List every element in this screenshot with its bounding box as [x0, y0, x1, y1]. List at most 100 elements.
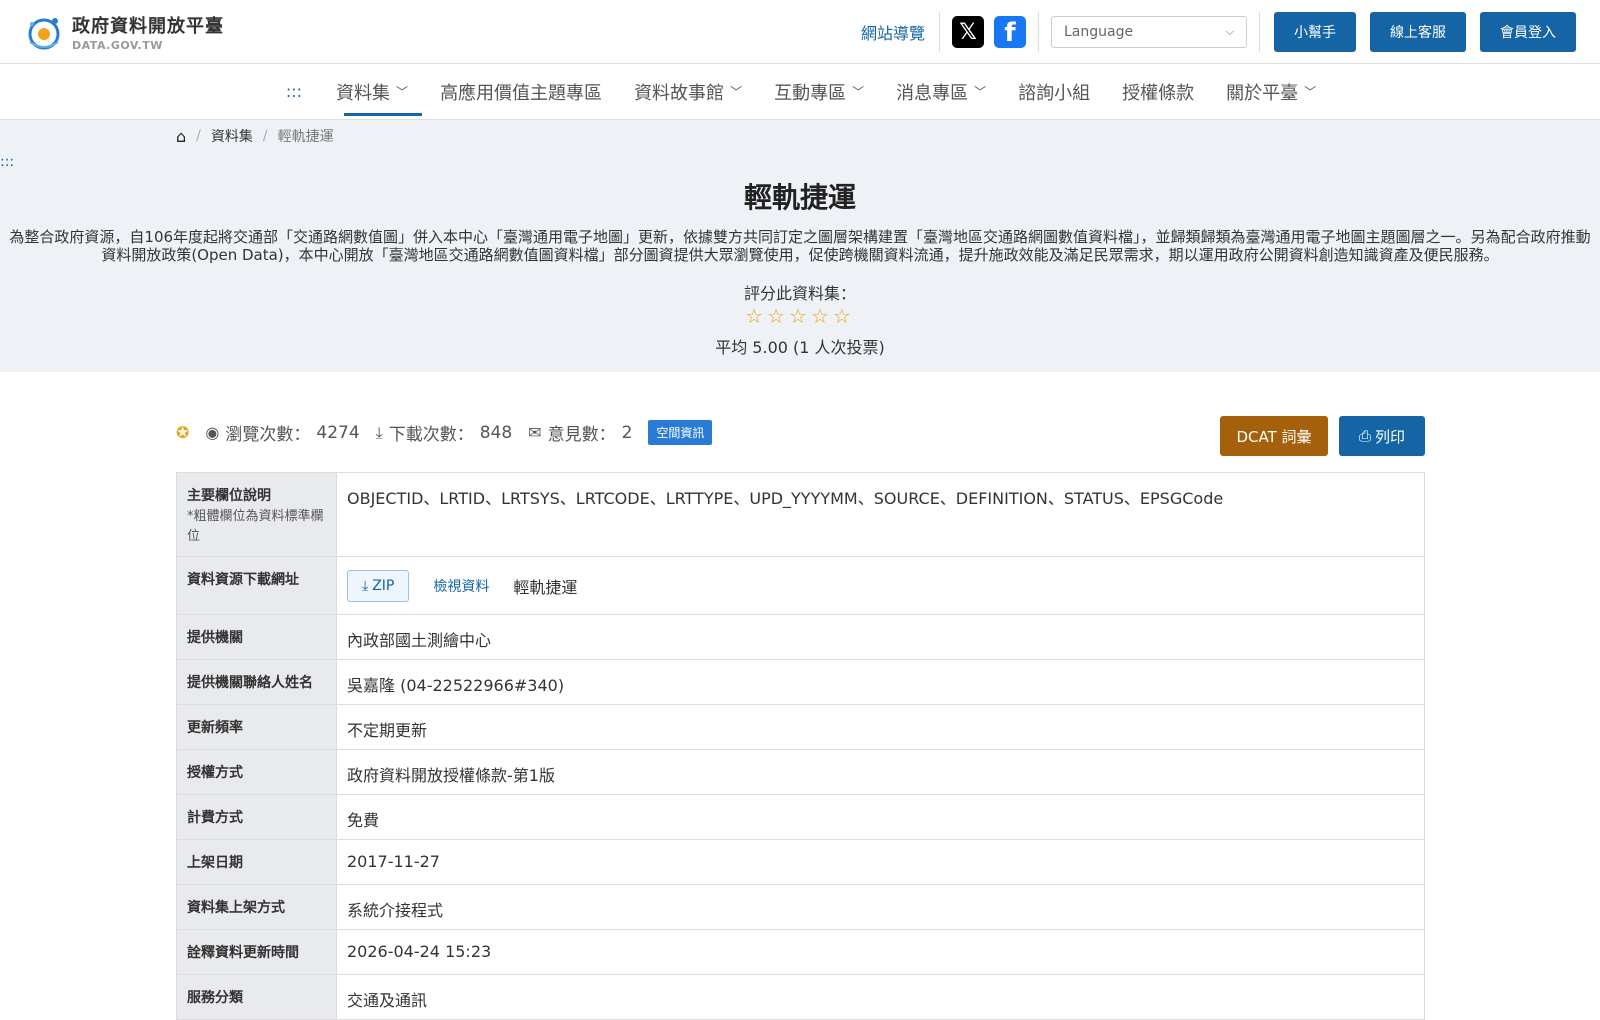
print-label: 列印 — [1375, 427, 1406, 446]
dataset-hero: ⌂ / 資料集 / 輕軌捷運 ::: 輕軌捷運 為整合政府資源，自106年度起將… — [0, 120, 1600, 372]
divider — [1259, 12, 1260, 52]
main-nav: ::: 資料集 ﹀ 高應用價值主題專區 資料故事館 ﹀ 互動專區 ﹀ 消息專區 ﹀ 諮詢… — [0, 64, 1600, 120]
category-tag[interactable]: 空間資訊 — [648, 420, 713, 445]
row-key: 授權方式 — [177, 750, 337, 794]
table-row: 上架日期 2017-11-27 — [177, 840, 1424, 885]
row-key: 提供機關聯絡人姓名 — [177, 660, 337, 704]
row-value: 政府資料開放授權條款-第1版 — [347, 766, 555, 785]
chevron-down-icon: ﹀ — [396, 85, 409, 99]
facebook-icon[interactable]: f — [994, 16, 1026, 48]
breadcrumb-separator: / — [262, 128, 268, 144]
page-title: 輕軌捷運 — [743, 181, 856, 214]
download-icon: ⤓ — [362, 577, 369, 594]
downloads-label: 下載次數： — [388, 425, 474, 445]
zip-download-button[interactable]: ⤓ ZIP — [347, 569, 410, 602]
nav-about[interactable]: 關於平臺 ﹀ — [1210, 64, 1332, 120]
nav-label: 高應用價值主題專區 — [440, 82, 603, 104]
site-header: 政府資料開放平臺 DATA.GOV.TW 網站導覽 𝕏 f Language ⌵… — [0, 0, 1600, 64]
breadcrumb: ⌂ / 資料集 / 輕軌捷運 — [176, 126, 334, 146]
dataset-description: 為整合政府資源，自106年度起將交通部「交通路網數值圖」併入本中心「臺灣通用電子… — [9, 228, 1591, 264]
logo-subtitle: DATA.GOV.TW — [72, 39, 163, 52]
row-key: 資料集上架方式 — [177, 885, 337, 929]
nav-label: 互動專區 — [774, 82, 847, 104]
table-row: 授權方式 政府資料開放授權條款-第1版 — [177, 750, 1424, 795]
eye-icon: ◉ — [205, 423, 220, 442]
chevron-down-icon: ⌵ — [1225, 25, 1234, 38]
chevron-down-icon: ﹀ — [730, 85, 743, 99]
online-service-button[interactable]: 線上客服 — [1370, 12, 1466, 52]
nav-datasets[interactable]: 資料集 ﹀ — [320, 64, 424, 120]
nav-interactive[interactable]: 互動專區 ﹀ — [758, 64, 880, 120]
table-row: 資料資源下載網址 ⤓ ZIP 檢視資料 輕軌捷運 — [177, 557, 1424, 615]
nav-label: 消息專區 — [896, 82, 969, 104]
row-key: 上架日期 — [177, 840, 337, 884]
nav-high-value[interactable]: 高應用價值主題專區 — [424, 64, 618, 120]
row-value: 不定期更新 — [347, 721, 428, 740]
nav-label: 諮詢小組 — [1018, 82, 1091, 104]
chevron-down-icon: ﹀ — [974, 85, 987, 99]
row-key: 服務分類 — [177, 975, 337, 1019]
rating-average: 平均 5.00 (1 人次投票) — [715, 338, 885, 357]
row-value: OBJECTID、LRTID、LRTSYS、LRTCODE、LRTTYPE、UP… — [347, 489, 1224, 508]
table-row: 詮釋資料更新時間 2026-04-24 15:23 — [177, 930, 1424, 975]
row-value: 免費 — [347, 811, 380, 830]
table-row: 計費方式 免費 — [177, 795, 1424, 840]
row-key: 資料資源下載網址 — [177, 557, 337, 614]
breadcrumb-separator: / — [196, 128, 201, 144]
home-icon[interactable]: ⌂ — [176, 127, 186, 146]
divider — [939, 12, 940, 52]
rating-stars[interactable]: ☆☆☆☆☆ — [0, 304, 1600, 328]
rating-label: 評分此資料集： — [743, 284, 856, 303]
table-row: 更新頻率 不定期更新 — [177, 705, 1424, 750]
helper-button[interactable]: 小幫手 — [1274, 12, 1356, 52]
sitemap-link[interactable]: 網站導覽 — [861, 20, 925, 44]
table-row: 主要欄位說明 *粗體欄位為資料標準欄位 OBJECTID、LRTID、LRTSYS… — [177, 473, 1424, 557]
nav-advisory[interactable]: 諮詢小組 — [1002, 64, 1106, 120]
site-logo[interactable]: 政府資料開放平臺 DATA.GOV.TW — [24, 12, 224, 52]
row-key: 更新頻率 — [177, 705, 337, 749]
row-key: 主要欄位說明 — [187, 488, 271, 504]
row-key-note: *粗體欄位為資料標準欄位 — [187, 509, 324, 544]
print-button[interactable]: ⎙ 列印 — [1339, 416, 1425, 456]
x-twitter-icon[interactable]: 𝕏 — [952, 16, 984, 48]
nav-license[interactable]: 授權條款 — [1106, 64, 1210, 120]
breadcrumb-datasets[interactable]: 資料集 — [211, 126, 253, 146]
dcat-button[interactable]: DCAT 詞彙 — [1220, 416, 1328, 456]
row-key: 提供機關 — [177, 615, 337, 659]
table-row: 提供機關 內政部國土測繪中心 — [177, 615, 1424, 660]
logo-title: 政府資料開放平臺 — [72, 16, 224, 37]
table-row: 服務分類 交通及通訊 — [177, 975, 1424, 1020]
resource-name: 輕軌捷運 — [513, 577, 578, 597]
nav-label: 授權條款 — [1122, 82, 1195, 104]
comments-count: 2 — [621, 422, 633, 443]
category-link[interactable]: 交通及通訊 — [337, 975, 1424, 1019]
comments-label: 意見數： — [547, 425, 616, 445]
chevron-down-icon: ﹀ — [1304, 85, 1317, 99]
row-key: 計費方式 — [177, 795, 337, 839]
medal-icon: ✪ — [176, 423, 190, 442]
table-row: 提供機關聯絡人姓名 吳嘉隆 (04-22522966#340) — [177, 660, 1424, 705]
table-row: 資料集上架方式 系統介接程式 — [177, 885, 1424, 930]
comments-icon: ✉ — [528, 423, 542, 442]
language-placeholder: Language — [1064, 24, 1134, 40]
print-icon: ⎙ — [1358, 427, 1371, 445]
row-value: 系統介接程式 — [347, 901, 444, 920]
nav-stories[interactable]: 資料故事館 ﹀ — [618, 64, 758, 120]
language-select[interactable]: Language ⌵ — [1051, 16, 1247, 48]
row-key: 詮釋資料更新時間 — [177, 930, 337, 974]
member-login-button[interactable]: 會員登入 — [1480, 12, 1576, 52]
accesskey-content[interactable]: ::: — [0, 154, 14, 170]
chevron-down-icon: ﹀ — [852, 85, 865, 99]
view-data-link[interactable]: 檢視資料 — [433, 576, 489, 596]
row-value: 2017-11-27 — [347, 852, 440, 871]
downloads-count: 848 — [479, 422, 513, 443]
nav-label: 資料集 — [336, 82, 391, 104]
nav-label: 關於平臺 — [1226, 82, 1299, 104]
views-label: 瀏覽次數： — [225, 425, 311, 445]
accesskey-nav[interactable]: ::: — [268, 82, 320, 101]
nav-news[interactable]: 消息專區 ﹀ — [880, 64, 1002, 120]
provider-org-link[interactable]: 內政部國土測繪中心 — [337, 615, 1424, 659]
nav-label: 資料故事館 — [634, 82, 725, 104]
dataset-info-table: 主要欄位說明 *粗體欄位為資料標準欄位 OBJECTID、LRTID、LRTSYS… — [176, 472, 1425, 1020]
views-count: 4274 — [316, 422, 360, 443]
